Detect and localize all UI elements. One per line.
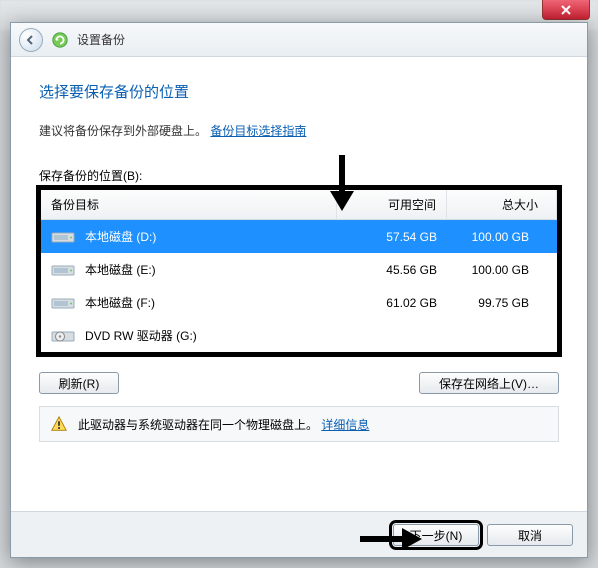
table-row[interactable]: 本地磁盘 (E:)45.56 GB100.00 GB <box>41 253 557 286</box>
drive-name: 本地磁盘 (E:) <box>85 259 327 280</box>
drive-free: 57.54 GB <box>327 228 437 246</box>
drive-name: 本地磁盘 (D:) <box>85 226 327 247</box>
warning-text: 此驱动器与系统驱动器在同一个物理磁盘上。 详细信息 <box>78 416 369 433</box>
warning-panel: 此驱动器与系统驱动器在同一个物理磁盘上。 详细信息 <box>39 406 559 442</box>
drive-total <box>437 334 547 338</box>
col-free[interactable]: 可用空间 <box>337 190 447 219</box>
location-label: 保存备份的位置(B): <box>39 167 559 184</box>
cancel-button[interactable]: 取消 <box>487 524 573 546</box>
col-total[interactable]: 总大小 <box>447 190 557 219</box>
next-button[interactable]: 下一步(N) <box>393 524 479 546</box>
drive-total: 99.75 GB <box>437 294 547 312</box>
warning-details-link[interactable]: 详细信息 <box>321 418 369 432</box>
warning-icon <box>50 415 68 433</box>
drive-name: 本地磁盘 (F:) <box>85 292 327 313</box>
drive-total: 100.00 GB <box>437 261 547 279</box>
backup-icon <box>51 31 69 49</box>
titlebar: 设置备份 <box>11 23 587 57</box>
table-row[interactable]: DVD RW 驱动器 (G:) <box>41 319 557 352</box>
drive-free: 61.02 GB <box>327 294 437 312</box>
hdd-icon <box>51 262 75 278</box>
table-row[interactable]: 本地磁盘 (F:)61.02 GB99.75 GB <box>41 286 557 319</box>
hdd-icon <box>51 295 75 311</box>
back-button[interactable] <box>19 28 43 52</box>
save-network-button[interactable]: 保存在网络上(V)… <box>419 372 559 394</box>
guide-link[interactable]: 备份目标选择指南 <box>210 124 306 138</box>
refresh-button[interactable]: 刷新(R) <box>39 372 119 394</box>
drive-total: 100.00 GB <box>437 228 547 246</box>
drive-table: 备份目标 可用空间 总大小 本地磁盘 (D:)57.54 GB100.00 GB… <box>39 188 559 354</box>
col-target[interactable]: 备份目标 <box>41 190 337 219</box>
wizard-window: 设置备份 选择要保存备份的位置 建议将备份保存到外部硬盘上。 备份目标选择指南 … <box>10 22 588 558</box>
table-row[interactable]: 本地磁盘 (D:)57.54 GB100.00 GB <box>41 220 557 253</box>
instruction-text: 建议将备份保存到外部硬盘上。 备份目标选择指南 <box>39 122 559 139</box>
drive-free <box>327 334 437 338</box>
table-header: 备份目标 可用空间 总大小 <box>41 190 557 220</box>
page-heading: 选择要保存备份的位置 <box>39 81 559 102</box>
hdd-icon <box>51 229 75 245</box>
drive-free: 45.56 GB <box>327 261 437 279</box>
wizard-footer: 下一步(N) 取消 <box>11 511 587 557</box>
window-close-button[interactable] <box>542 0 590 20</box>
dvd-icon <box>51 328 75 344</box>
drive-name: DVD RW 驱动器 (G:) <box>85 325 327 346</box>
window-title: 设置备份 <box>77 31 125 48</box>
